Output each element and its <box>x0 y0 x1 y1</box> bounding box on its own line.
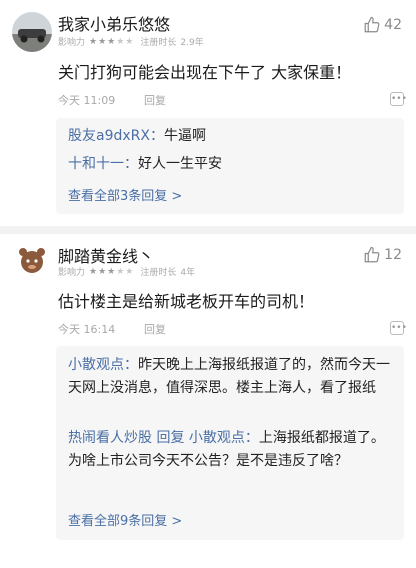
more-options-icon[interactable]: ••• <box>390 321 407 335</box>
reply-item[interactable]: 十和十一：好人一生平安 <box>68 153 392 176</box>
reply-item[interactable]: 热闹看人炒股 回复 小散观点：上海报纸都报道了。为啥上市公司今天不公告？是不是违… <box>68 427 392 473</box>
register-label: 注册时长 <box>140 38 177 48</box>
like-count: 42 <box>384 17 402 33</box>
view-all-replies-link[interactable]: 查看全部9条回复 > <box>68 510 182 529</box>
comment-text: 关门打狗可能会出现在下午了 大家保重！ <box>58 63 352 82</box>
comment-time: 今天 16:14 <box>58 323 116 336</box>
reply-preview: 股友a9dxRX：牛逼啊 十和十一：好人一生平安 查看全部3条回复 > <box>56 118 404 214</box>
like-button[interactable]: 42 <box>363 16 402 34</box>
reply-author[interactable]: 热闹看人炒股 回复 小散观点： <box>68 430 259 446</box>
reply-item[interactable]: 股友a9dxRX：牛逼啊 <box>68 125 392 148</box>
register-value: 2.9年 <box>180 38 204 48</box>
reply-text: 牛逼啊 <box>163 128 206 144</box>
register-label: 注册时长 <box>140 268 177 278</box>
comment-time: 今天 11:09 <box>58 94 116 107</box>
view-all-replies-link[interactable]: 查看全部3条回复 > <box>68 185 182 204</box>
like-count: 12 <box>384 247 402 263</box>
comment-text: 估计楼主是给新城老板开车的司机！ <box>58 292 315 311</box>
influence-stars: ★★★★★ <box>89 266 135 277</box>
reply-text: 好人一生平安 <box>138 156 222 172</box>
avatar[interactable] <box>12 240 52 280</box>
username[interactable]: 我家小弟乐悠悠 <box>58 11 170 35</box>
like-button[interactable]: 12 <box>363 246 402 264</box>
user-meta: 影响力 ★★★★★ 注册时长 4年 <box>58 265 196 279</box>
reply-button[interactable]: 回复 <box>144 321 166 337</box>
divider <box>0 226 416 234</box>
influence-label: 影响力 <box>58 268 86 278</box>
avatar[interactable] <box>12 12 52 52</box>
username[interactable]: 脚踏黄金线丶 <box>58 243 154 267</box>
user-meta: 影响力 ★★★★★ 注册时长 2.9年 <box>58 35 204 49</box>
reply-author[interactable]: 十和十一： <box>68 156 138 172</box>
reply-author[interactable]: 小散观点： <box>68 357 138 373</box>
influence-stars: ★★★★★ <box>89 36 135 47</box>
reply-item[interactable]: 小散观点：昨天晚上上海报纸报道了的，然而今天一天网上没消息，值得深思。楼主上海人… <box>68 354 392 400</box>
reply-preview: 小散观点：昨天晚上上海报纸报道了的，然而今天一天网上没消息，值得深思。楼主上海人… <box>56 346 404 540</box>
influence-label: 影响力 <box>58 38 86 48</box>
register-value: 4年 <box>180 268 196 278</box>
reply-button[interactable]: 回复 <box>144 92 166 108</box>
thumbs-up-icon <box>364 16 380 33</box>
thumbs-up-icon <box>364 246 380 263</box>
reply-author[interactable]: 股友a9dxRX： <box>68 128 164 144</box>
more-options-icon[interactable]: ••• <box>390 92 407 106</box>
